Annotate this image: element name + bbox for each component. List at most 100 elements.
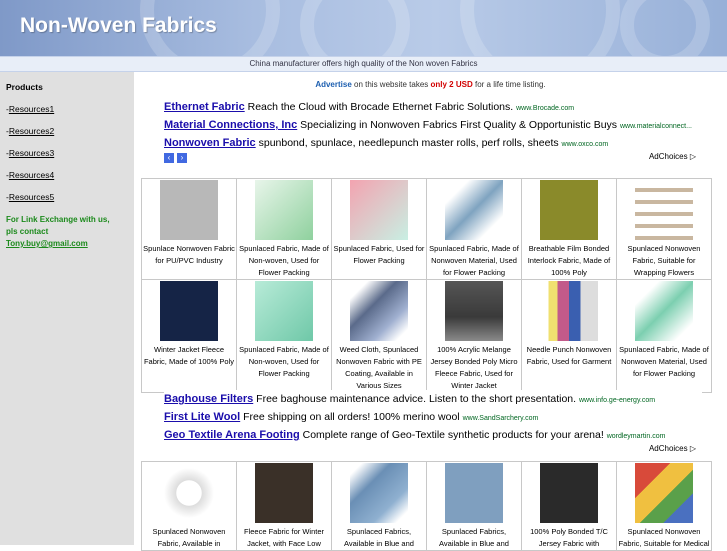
product-cell[interactable]: Spunlaced Fabric, Made of Non-woven, Use… (236, 178, 332, 280)
product-caption[interactable]: 100% Poly Bonded T/C Jersey Fabric with (522, 526, 616, 550)
ad-item[interactable]: Nonwoven Fabric spunbond, spunlace, need… (164, 134, 702, 152)
main-content: Advertise on this website takes only 2 U… (134, 72, 727, 551)
ad-url[interactable]: wordleymartin.com (607, 433, 666, 440)
ad-title[interactable]: Ethernet Fabric (164, 101, 245, 113)
product-image[interactable] (540, 463, 598, 523)
sidebar-link-resources5[interactable]: -Resources5 (6, 192, 128, 202)
sidebar-link-resources1[interactable]: -Resources1 (6, 104, 128, 114)
ad-title[interactable]: First Lite Wool (164, 411, 240, 423)
product-caption[interactable]: Spunlaced Nonwoven Fabric, Available in (142, 526, 236, 550)
product-image[interactable] (350, 180, 408, 240)
product-caption[interactable]: Spunlaced Fabric, Made of Non-woven, Use… (237, 344, 331, 380)
product-caption[interactable]: Winter Jacket Fleece Fabric, Made of 100… (142, 344, 236, 368)
product-row: Spunlaced Nonwoven Fabric, Available in … (141, 461, 712, 551)
product-image[interactable] (445, 180, 503, 240)
product-caption[interactable]: Needle Punch Nonwoven Fabric, Used for G… (522, 344, 616, 368)
sidebar-link-resources3[interactable]: -Resources3 (6, 148, 128, 158)
product-caption[interactable]: Spunlaced Fabrics, Available in Blue and (332, 526, 426, 550)
adchoices-link[interactable]: AdChoices ▷ (649, 152, 696, 161)
ad-url[interactable]: www.oxco.com (562, 141, 609, 148)
ad-text: Specializing in Nonwoven Fabrics First Q… (300, 119, 618, 131)
advertise-link[interactable]: Advertise (315, 80, 351, 89)
product-cell[interactable]: Spunlaced Nonwoven Fabric, Suitable for … (616, 461, 712, 551)
product-image[interactable] (255, 463, 313, 523)
tagline: China manufacturer offers high quality o… (0, 56, 727, 72)
product-cell[interactable]: Fleece Fabric for Winter Jacket, with Fa… (236, 461, 332, 551)
product-caption[interactable]: Spunlace Nonwoven Fabric for PU/PVC Indu… (142, 243, 236, 267)
sidebar-link-resources4[interactable]: -Resources4 (6, 170, 128, 180)
product-cell[interactable]: Spunlaced Fabric, Made of Nonwoven Mater… (616, 279, 712, 393)
product-caption[interactable]: Fleece Fabric for Winter Jacket, with Fa… (237, 526, 331, 550)
product-caption[interactable]: Spunlaced Fabric, Used for Flower Packin… (332, 243, 426, 267)
product-caption[interactable]: 100% Acrylic Melange Jersey Bonded Poly … (427, 344, 521, 392)
ad-url[interactable]: www.SandSarchery.com (463, 415, 539, 422)
product-cell[interactable]: Spunlaced Nonwoven Fabric, Suitable for … (616, 178, 712, 280)
product-image[interactable] (445, 281, 503, 341)
sidebar-link-resources2[interactable]: -Resources2 (6, 126, 128, 136)
product-image[interactable] (540, 180, 598, 240)
ad-item[interactable]: Ethernet Fabric Reach the Cloud with Bro… (164, 98, 702, 116)
ad-text: Reach the Cloud with Brocade Ethernet Fa… (247, 101, 514, 113)
product-caption[interactable]: Spunlaced Fabric, Made of Non-woven, Use… (237, 243, 331, 279)
product-image[interactable] (255, 281, 313, 341)
product-caption[interactable]: Spunlaced Nonwoven Fabric, Suitable for … (617, 526, 711, 550)
product-image[interactable] (160, 180, 218, 240)
product-cell[interactable]: Spunlaced Fabrics, Available in Blue and (331, 461, 427, 551)
ad-title[interactable]: Nonwoven Fabric (164, 137, 256, 149)
sidebar: Products -Resources1 -Resources2 -Resour… (0, 72, 134, 545)
product-caption[interactable]: Spunlaced Fabric, Made of Nonwoven Mater… (427, 243, 521, 279)
ad-prev-arrow-icon[interactable]: ‹ (164, 153, 174, 163)
product-cell[interactable]: Spunlaced Fabric, Made of Non-woven, Use… (236, 279, 332, 393)
product-cell[interactable]: Spunlaced Fabric, Used for Flower Packin… (331, 178, 427, 280)
product-image[interactable] (350, 463, 408, 523)
product-image[interactable] (635, 180, 693, 240)
ad-title[interactable]: Material Connections, Inc (164, 119, 297, 131)
product-cell[interactable]: Spunlaced Nonwoven Fabric, Available in (141, 461, 237, 551)
product-cell[interactable]: Needle Punch Nonwoven Fabric, Used for G… (521, 279, 617, 393)
ad-item[interactable]: Geo Textile Arena Footing Complete range… (164, 426, 702, 444)
product-image[interactable] (350, 281, 408, 341)
ad-url[interactable]: www.info.ge-energy.com (579, 397, 655, 404)
product-cell[interactable]: Winter Jacket Fleece Fabric, Made of 100… (141, 279, 237, 393)
product-cell[interactable]: Breathable Film Bonded Interlock Fabric,… (521, 178, 617, 280)
product-cell[interactable]: 100% Acrylic Melange Jersey Bonded Poly … (426, 279, 522, 393)
product-image[interactable] (255, 180, 313, 240)
product-image[interactable] (160, 463, 218, 523)
product-row: Winter Jacket Fleece Fabric, Made of 100… (141, 279, 712, 393)
advertise-text: for a life time listing. (474, 80, 546, 89)
site-header: Non-Woven Fabrics (0, 0, 727, 56)
ad-title[interactable]: Baghouse Filters (164, 393, 253, 405)
product-caption[interactable]: Spunlaced Fabric, Made of Nonwoven Mater… (617, 344, 711, 380)
product-cell[interactable]: 100% Poly Bonded T/C Jersey Fabric with (521, 461, 617, 551)
sidebar-heading: Products (6, 82, 43, 92)
product-cell[interactable]: Spunlaced Fabric, Made of Nonwoven Mater… (426, 178, 522, 280)
ad-item[interactable]: Baghouse Filters Free baghouse maintenan… (164, 390, 702, 408)
product-cell[interactable]: Spunlace Nonwoven Fabric for PU/PVC Indu… (141, 178, 237, 280)
contact-line: For Link Exchange with us, (6, 215, 110, 224)
ad-title[interactable]: Geo Textile Arena Footing (164, 429, 300, 441)
product-image[interactable] (540, 281, 598, 341)
product-cell[interactable]: Spunlaced Fabrics, Available in Blue and (426, 461, 522, 551)
adchoices-link[interactable]: AdChoices ▷ (649, 444, 696, 453)
product-caption[interactable]: Spunlaced Nonwoven Fabric, Suitable for … (617, 243, 711, 279)
product-grid-top: Spunlace Nonwoven Fabric for PU/PVC Indu… (141, 178, 712, 393)
product-image[interactable] (635, 463, 693, 523)
product-image[interactable] (160, 281, 218, 341)
contact-line: pls contact (6, 227, 49, 236)
ad-block-top: Ethernet Fabric Reach the Cloud with Bro… (164, 98, 702, 166)
product-caption[interactable]: Weed Cloth, Spunlaced Nonwoven Fabric wi… (332, 344, 426, 392)
product-caption[interactable]: Breathable Film Bonded Interlock Fabric,… (522, 243, 616, 279)
product-grid-bottom: Spunlaced Nonwoven Fabric, Available in … (141, 461, 712, 551)
ad-url[interactable]: www.Brocade.com (516, 105, 574, 112)
ad-url[interactable]: www.materialconnect... (620, 123, 692, 130)
product-image[interactable] (445, 463, 503, 523)
ad-text: Free shipping on all orders! 100% merino… (243, 411, 460, 423)
ad-item[interactable]: Material Connections, Inc Specializing i… (164, 116, 702, 134)
product-image[interactable] (635, 281, 693, 341)
link-exchange-contact: For Link Exchange with us, pls contact T… (6, 214, 128, 250)
contact-email-link[interactable]: Tony.buy@gmail.com (6, 238, 128, 250)
ad-next-arrow-icon[interactable]: › (177, 153, 187, 163)
ad-item[interactable]: First Lite Wool Free shipping on all ord… (164, 408, 702, 426)
product-caption[interactable]: Spunlaced Fabrics, Available in Blue and (427, 526, 521, 550)
product-cell[interactable]: Weed Cloth, Spunlaced Nonwoven Fabric wi… (331, 279, 427, 393)
